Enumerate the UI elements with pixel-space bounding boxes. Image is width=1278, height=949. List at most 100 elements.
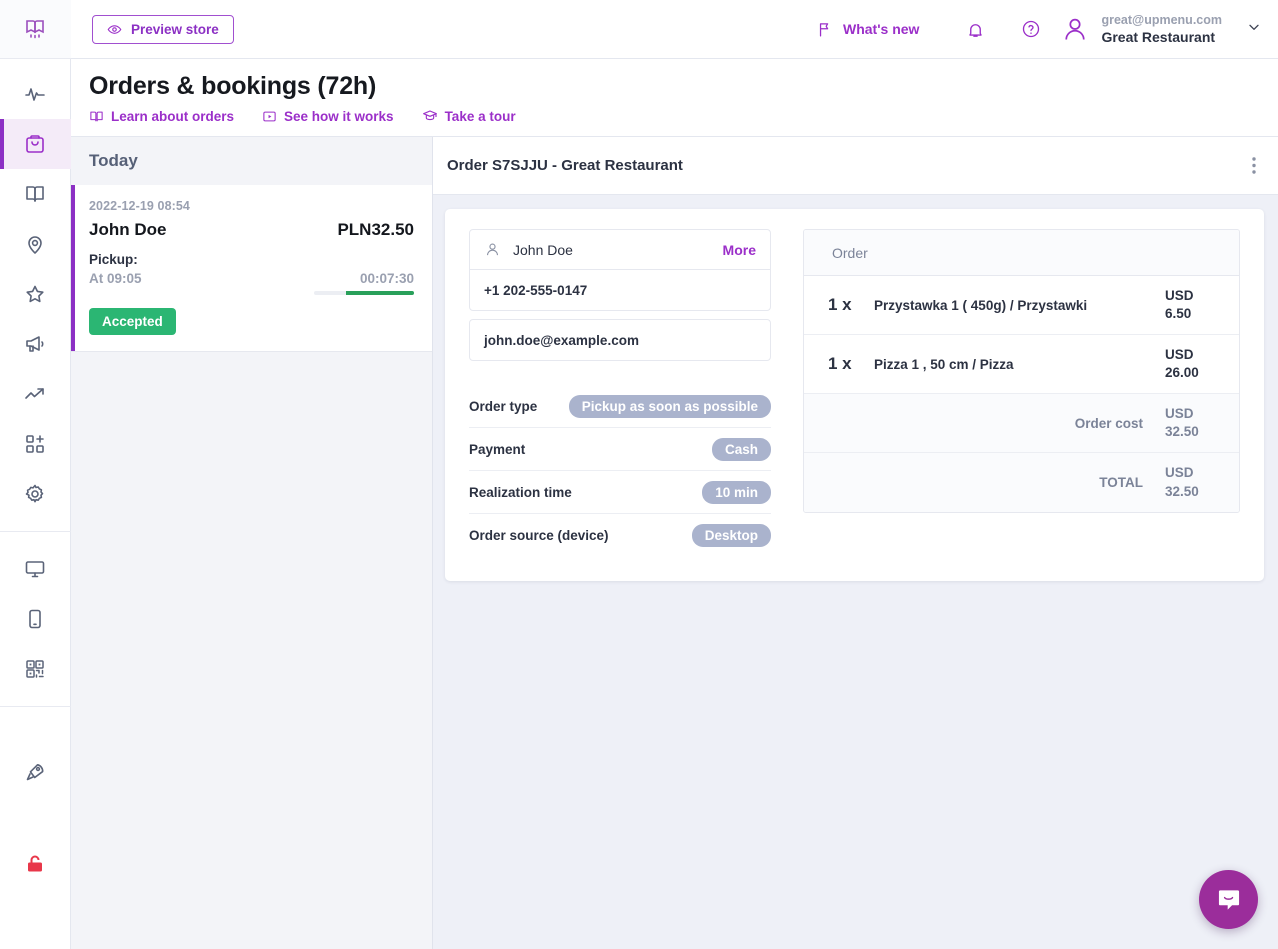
sidebar-item-statistics[interactable] [0, 369, 71, 419]
order-item-qty: 1 x [828, 295, 874, 315]
customer-column: John Doe More +1 202-555-0147 john.doe@e… [469, 229, 771, 557]
chat-launcher-button[interactable] [1199, 870, 1258, 929]
order-item-row: 1 x Przystawka 1 ( 450g) / Przystawki US… [804, 276, 1239, 335]
sidebar-item-analytics[interactable] [0, 69, 71, 119]
customer-email-row: john.doe@example.com [470, 320, 770, 360]
order-card-type: Pickup: [89, 252, 414, 267]
order-cost-amount: 32.50 [1165, 424, 1199, 439]
attribute-value: 10 min [702, 481, 771, 504]
take-a-tour-link[interactable]: Take a tour [422, 108, 516, 124]
grid-plus-icon [23, 432, 47, 456]
attribute-value: Pickup as soon as possible [569, 395, 771, 418]
sidebar-item-settings[interactable] [0, 469, 71, 519]
order-table-header: Order [804, 230, 1239, 276]
bell-icon [966, 20, 985, 39]
book-icon [23, 182, 47, 206]
order-item-name: Pizza 1 , 50 cm / Pizza [874, 357, 1165, 372]
sidebar-item-reviews[interactable] [0, 269, 71, 319]
customer-email-box: john.doe@example.com [469, 319, 771, 361]
rocket-icon [23, 760, 47, 784]
learn-about-orders-link[interactable]: Learn about orders [89, 109, 234, 124]
star-icon [23, 282, 47, 306]
preview-store-button[interactable]: Preview store [92, 15, 234, 44]
attribute-value: Desktop [692, 524, 771, 547]
sidebar-item-upgrade[interactable] [0, 747, 71, 797]
see-how-it-works-label: See how it works [284, 109, 394, 124]
order-detail-panel: Order S7SJJU - Great Restaurant John Doe… [433, 137, 1278, 949]
customer-phone: +1 202-555-0147 [484, 283, 587, 298]
order-item-qty: 1 x [828, 354, 874, 374]
attribute-label: Realization time [469, 485, 572, 500]
attribute-label: Order type [469, 399, 537, 414]
sidebar-item-qr-code[interactable] [0, 644, 71, 694]
desktop-icon [23, 557, 47, 581]
order-detail-title: Order S7SJJU - Great Restaurant [447, 157, 683, 174]
header-links: Learn about orders See how it works Take… [89, 108, 516, 124]
see-how-it-works-link[interactable]: See how it works [262, 109, 394, 124]
order-card-customer: John Doe [89, 220, 166, 240]
sidebar-item-integrations[interactable] [0, 419, 71, 469]
location-pin-icon [23, 232, 47, 256]
mobile-icon [23, 607, 47, 631]
order-card-progress-bar [314, 291, 414, 295]
customer-email: john.doe@example.com [484, 333, 639, 348]
app-logo[interactable] [0, 0, 71, 59]
preview-store-label: Preview store [131, 22, 219, 37]
left-nav-rail [0, 0, 71, 949]
user-avatar-icon [1061, 15, 1089, 43]
order-items-table: Order 1 x Przystawka 1 ( 450g) / Przysta… [803, 229, 1240, 513]
order-item-name: Przystawka 1 ( 450g) / Przystawki [874, 298, 1165, 313]
attribute-row-realization-time: Realization time 10 min [469, 471, 771, 514]
customer-name-row: John Doe More [470, 230, 770, 270]
order-card[interactable]: 2022-12-19 08:54 John Doe PLN32.50 Picku… [71, 185, 432, 352]
order-total-row: TOTAL USD 32.50 [804, 453, 1239, 512]
customer-name: John Doe [513, 242, 573, 258]
learn-about-orders-label: Learn about orders [111, 109, 234, 124]
order-cost-label: Order cost [828, 416, 1165, 431]
graduation-cap-icon [422, 108, 438, 124]
sidebar-item-mobile-app[interactable] [0, 594, 71, 644]
order-items-column: Order 1 x Przystawka 1 ( 450g) / Przysta… [803, 229, 1240, 557]
account-email: great@upmenu.com [1101, 12, 1222, 28]
megaphone-icon [23, 332, 47, 356]
order-cost-row: Order cost USD 32.50 [804, 394, 1239, 453]
eye-icon [107, 22, 122, 37]
attribute-row-payment: Payment Cash [469, 428, 771, 471]
lock-open-icon [23, 852, 47, 876]
sidebar-item-orders[interactable] [0, 119, 71, 169]
sidebar-item-locations[interactable] [0, 219, 71, 269]
book-open-icon [89, 109, 104, 124]
book-logo-icon [23, 17, 47, 41]
user-icon [484, 241, 501, 258]
help-button[interactable] [1009, 7, 1053, 51]
order-attributes: Order type Pickup as soon as possible Pa… [469, 385, 771, 557]
chevron-down-icon [1246, 19, 1262, 35]
sidebar-item-website[interactable] [0, 544, 71, 594]
order-cost-currency: USD [1165, 406, 1194, 421]
rail-divider [0, 531, 71, 532]
sidebar-item-menu[interactable] [0, 169, 71, 219]
sidebar-item-unlock[interactable] [0, 839, 71, 889]
customer-info-box: John Doe More +1 202-555-0147 [469, 229, 771, 311]
gear-icon [23, 482, 47, 506]
customer-more-link[interactable]: More [723, 242, 756, 258]
activity-pulse-icon [23, 82, 47, 106]
whats-new-label: What's new [843, 21, 919, 37]
more-vertical-icon [1252, 157, 1256, 174]
notifications-button[interactable] [953, 7, 997, 51]
order-item-price: USD 6.50 [1165, 287, 1223, 323]
attribute-row-order-source: Order source (device) Desktop [469, 514, 771, 557]
chat-bubble-icon [1215, 886, 1243, 914]
order-item-amount: 6.50 [1165, 306, 1191, 321]
rail-divider-lower [0, 706, 71, 707]
sidebar-item-marketing[interactable] [0, 319, 71, 369]
whats-new-button[interactable]: What's new [817, 21, 919, 38]
order-detail-more-menu[interactable] [1246, 151, 1262, 180]
help-circle-icon [1021, 19, 1041, 39]
order-cost-price: USD 32.50 [1165, 405, 1223, 441]
account-chevron-button[interactable] [1246, 19, 1262, 40]
attribute-label: Order source (device) [469, 528, 609, 543]
account-menu[interactable]: great@upmenu.com Great Restaurant [1061, 12, 1222, 46]
top-bar: Preview store What's new [71, 0, 1278, 59]
order-total-price: USD 32.50 [1165, 464, 1223, 500]
